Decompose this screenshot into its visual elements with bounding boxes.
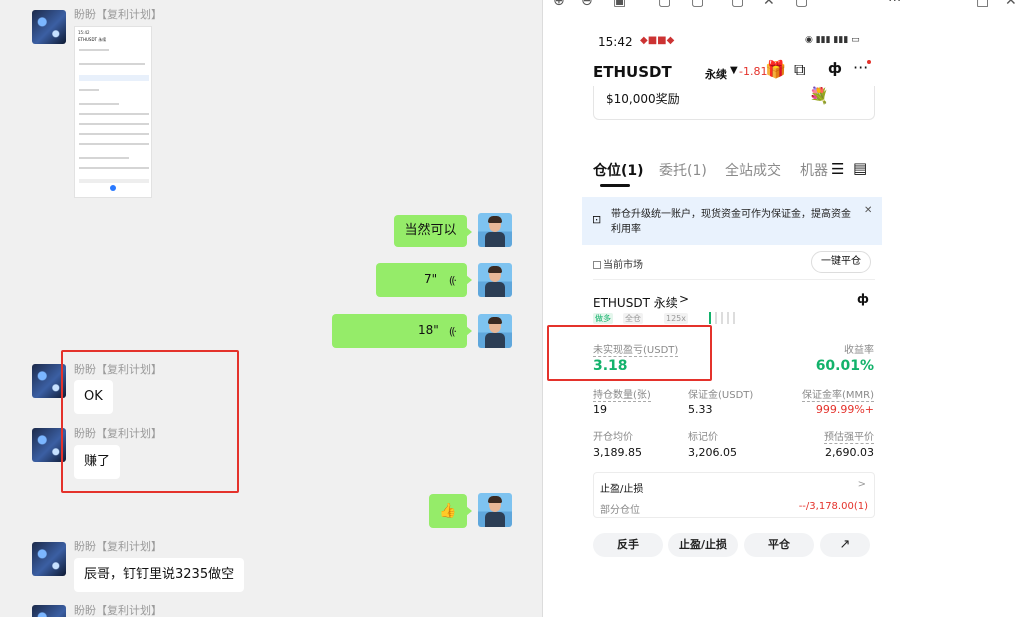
highlight-box (547, 325, 712, 381)
entry-value: 3,189.85 (593, 446, 642, 459)
download-icon[interactable]: ▢ (795, 0, 808, 9)
separator (593, 279, 875, 280)
mark-value: 3,206.05 (688, 446, 737, 459)
kline-icon[interactable]: ф (828, 61, 842, 77)
upgrade-notice[interactable]: ⊡ 带仓升级统一账户，现货资金可作为保证金，提高资金利用率 ✕ (582, 197, 882, 245)
current-market-checkbox[interactable]: 当前市场 (593, 256, 643, 271)
liq-label: 预估强平价 (824, 428, 874, 444)
tab-orders[interactable]: 委托(1) (659, 160, 707, 180)
sender-name: 盼盼【复利计划】 (74, 604, 162, 617)
history-icon[interactable]: ▤ (853, 159, 867, 177)
contact-avatar[interactable] (32, 10, 66, 44)
partial-value: --/3,178.00(1) (798, 501, 868, 512)
thumb-time: 15:42 (78, 30, 90, 35)
long-tag: 做多 (593, 313, 613, 324)
current-market-label: 当前市场 (603, 260, 643, 271)
contact-avatar[interactable] (32, 542, 66, 576)
status-notification-icons: ◆■■◆ (640, 35, 675, 46)
voice-message-bubble[interactable]: 18" ((· (332, 314, 472, 348)
contact-avatar[interactable] (32, 605, 66, 617)
screenshot-thumbnail[interactable]: 15:42 ETHUSDT 永续 (74, 26, 152, 198)
tab-indicator (600, 184, 630, 187)
edit-icon[interactable]: ▢ (691, 0, 704, 9)
tpsl-button[interactable]: 止盈/止损 (668, 533, 738, 557)
list-filter-icon[interactable]: ☰ (831, 160, 844, 178)
my-avatar[interactable] (478, 493, 512, 527)
emoji-bubble[interactable]: 👍 (429, 494, 472, 528)
gift-icon[interactable]: 🎁 (765, 60, 786, 80)
tab-positions[interactable]: 仓位(1) (593, 160, 644, 180)
notice-close-icon[interactable]: ✕ (864, 205, 872, 216)
notice-text: 带仓升级统一账户，现货资金可作为保证金，提高资金利用率 (611, 209, 851, 235)
my-text-bubble[interactable]: 当然可以 (394, 215, 472, 247)
translate-icon[interactable]: ✕ (763, 0, 775, 9)
cross-tag: 全仓 (623, 313, 643, 324)
close-all-button[interactable]: 一键平仓 (811, 251, 871, 273)
voice-wave-icon: ((· (448, 274, 457, 287)
image-viewer: ⊕ ⊖ ▣ ▢ ▢ ▢ ✕ ▢ ··· □ ✕ 15:42 ◆■■◆ ◉ ▮▮▮… (543, 0, 1024, 617)
tpsl-card[interactable]: 止盈/止损 > 部分仓位 --/3,178.00(1) (593, 472, 875, 518)
zoom-in-icon[interactable]: ⊕ (553, 0, 565, 9)
position-arrow-icon[interactable]: > (679, 292, 689, 306)
reward-banner[interactable]: $10,000奖励 💐 (593, 86, 875, 120)
share-kline-icon[interactable]: ф (857, 292, 869, 306)
qty-value: 19 (593, 403, 607, 416)
mark-label: 标记价 (688, 432, 718, 443)
reward-text: $10,000奖励 (606, 92, 680, 106)
contact-text-bubble[interactable]: 辰哥，钉钉里说3235做空 (74, 558, 245, 592)
copy-icon[interactable]: ▢ (731, 0, 744, 9)
voice-duration: 7" (424, 272, 438, 286)
menu-more-icon[interactable]: ··· (853, 58, 868, 77)
qty-label: 持仓数量(张) (593, 386, 651, 402)
close-position-button[interactable]: 平仓 (744, 533, 814, 557)
leverage-tag: 125x (664, 313, 689, 324)
sender-name: 盼盼【复利计划】 (74, 8, 162, 21)
roe-value: 60.01% (815, 358, 874, 374)
mmr-label: 保证金率(MMR) (801, 386, 874, 402)
maximize-icon[interactable]: □ (976, 0, 989, 9)
entry-label: 开仓均价 (593, 432, 633, 443)
chart-icon[interactable]: ⧉ (794, 60, 805, 80)
margin-label: 保证金(USDT) (688, 390, 754, 401)
tpsl-arrow-icon: > (857, 479, 866, 490)
voice-message-bubble[interactable]: 7" ((· (376, 263, 472, 297)
highlight-box (61, 350, 239, 493)
pair-type[interactable]: 永续 (705, 66, 727, 82)
status-time: 15:42 (598, 35, 633, 49)
margin-value: 5.33 (688, 403, 713, 416)
mmr-value: 999.99%+ (815, 403, 874, 416)
pair-dropdown-icon[interactable]: ▼ (730, 65, 738, 76)
my-avatar[interactable] (478, 314, 512, 348)
thumb-title: ETHUSDT 永续 (78, 37, 107, 42)
fit-icon[interactable]: ▣ (613, 0, 626, 9)
status-signal-icons: ◉ ▮▮▮ ▮▮▮ ▭ (805, 35, 860, 45)
chat-panel: 盼盼【复利计划】 15:42 ETHUSDT 永续 当然可以 7" ((· 18… (0, 0, 542, 617)
close-icon[interactable]: ✕ (1005, 0, 1017, 9)
roe-label: 收益率 (844, 345, 874, 356)
tpsl-label: 止盈/止损 (600, 484, 644, 495)
voice-duration: 18" (418, 323, 439, 337)
tab-trades[interactable]: 全站成交 (725, 160, 781, 180)
voice-wave-icon: ((· (448, 325, 457, 338)
liq-value: 2,690.03 (825, 446, 874, 459)
position-symbol[interactable]: ETHUSDT 永续 (593, 294, 678, 311)
pair-title[interactable]: ETHUSDT (593, 63, 672, 81)
my-avatar[interactable] (478, 213, 512, 247)
tab-bots[interactable]: 机器 (800, 160, 830, 180)
share-icon[interactable]: ↗ (820, 533, 870, 557)
risk-bar (709, 312, 711, 324)
more-icon[interactable]: ··· (888, 0, 901, 9)
sender-name: 盼盼【复利计划】 (74, 540, 162, 553)
flower-icon: 💐 (809, 86, 829, 105)
partial-label: 部分仓位 (600, 505, 640, 516)
rotate-icon[interactable]: ▢ (658, 0, 671, 9)
notice-icon: ⊡ (592, 213, 602, 226)
zoom-out-icon[interactable]: ⊖ (581, 0, 593, 9)
notification-dot (867, 60, 871, 64)
my-avatar[interactable] (478, 263, 512, 297)
reverse-button[interactable]: 反手 (593, 533, 663, 557)
